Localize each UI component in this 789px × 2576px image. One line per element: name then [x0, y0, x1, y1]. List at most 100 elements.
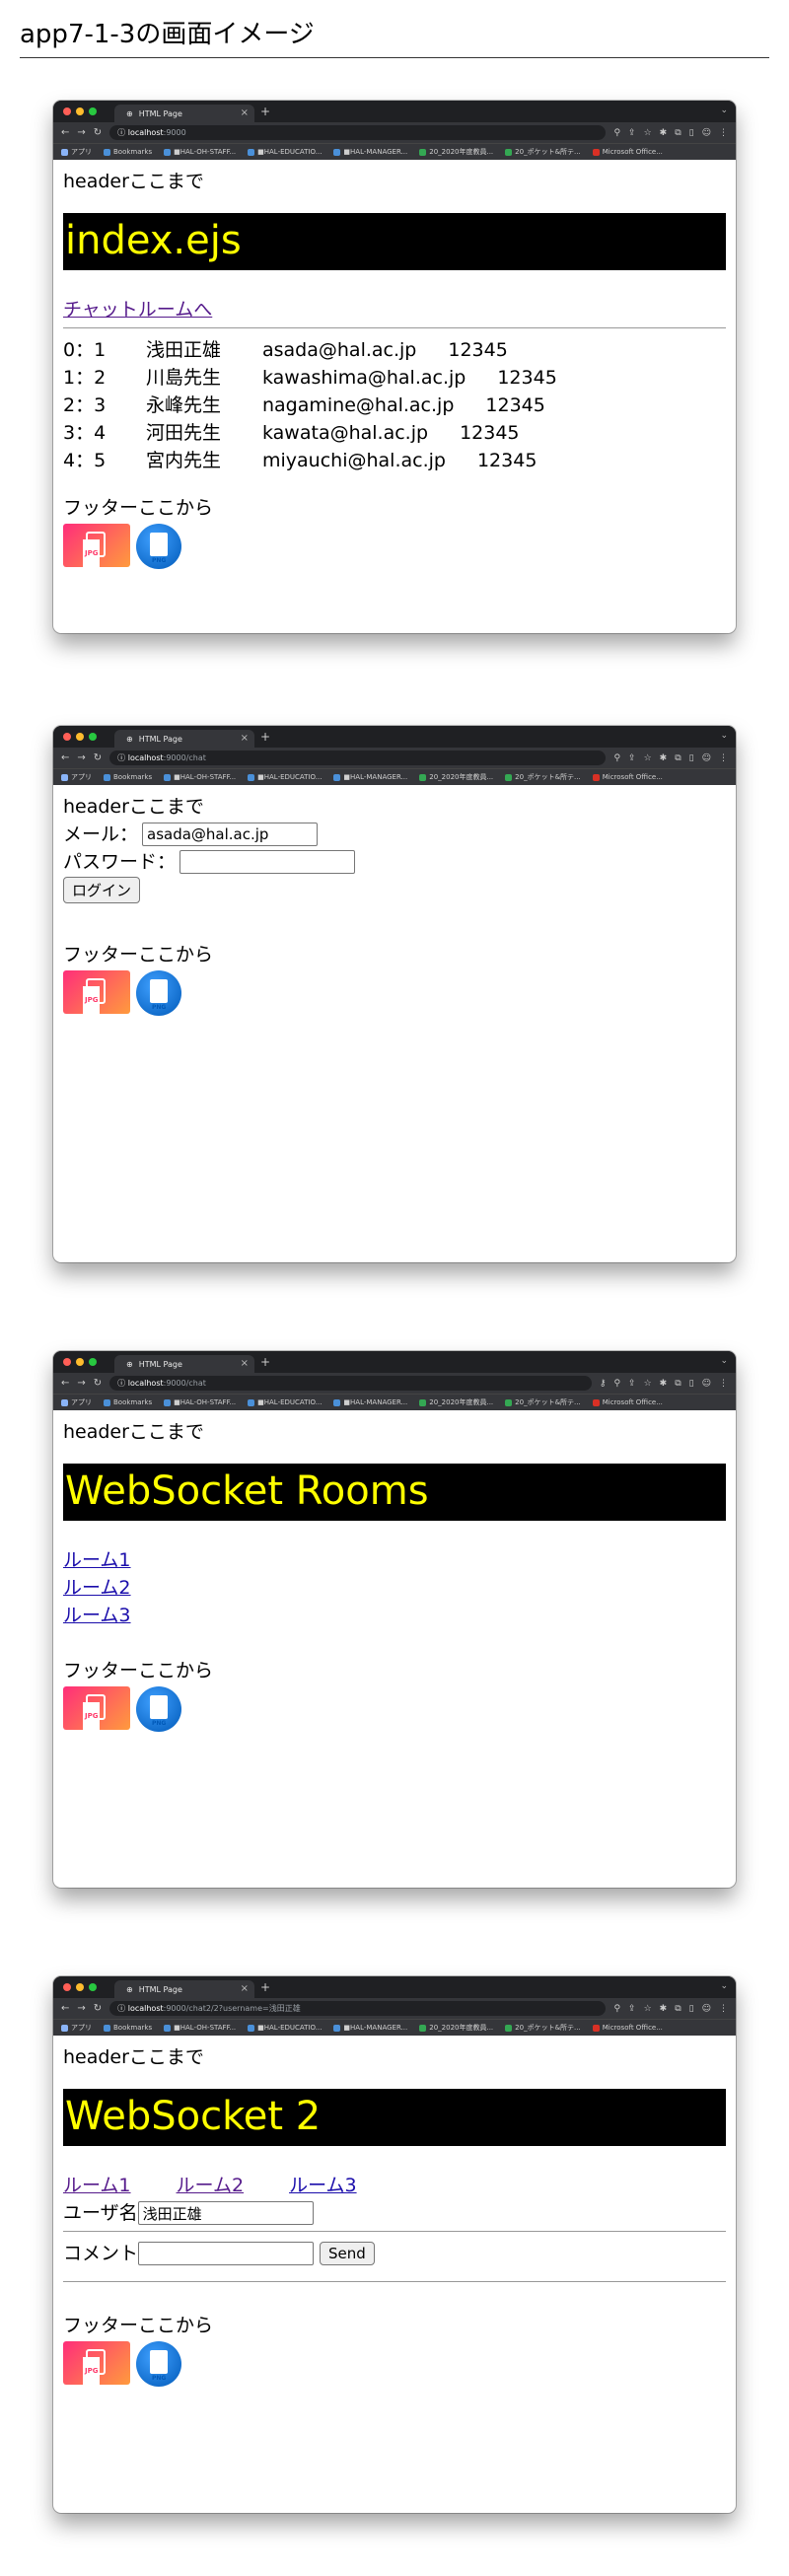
bookmark-item[interactable]: Microsoft Office...: [592, 773, 663, 781]
back-icon[interactable]: ←: [61, 2003, 69, 2014]
reload-icon[interactable]: ↻: [94, 127, 102, 138]
bookmark-item[interactable]: ■HAL-MANAGER...: [333, 2024, 407, 2032]
chat-room-link[interactable]: チャットルームへ: [63, 299, 212, 321]
bookmark-star-icon[interactable]: ☆: [644, 1379, 652, 1389]
bookmark-item[interactable]: アプリ: [61, 1397, 92, 1407]
mail-input[interactable]: [142, 823, 319, 846]
puzzle-icon[interactable]: ⧉: [675, 1379, 681, 1389]
share-icon[interactable]: ⇪: [628, 2004, 636, 2014]
address-bar[interactable]: ⓘ localhost:9000/chat: [109, 1376, 592, 1391]
forward-icon[interactable]: →: [77, 2003, 85, 2014]
bookmark-item[interactable]: Bookmarks: [104, 2024, 152, 2032]
window-controls[interactable]: [63, 107, 97, 115]
browser-tab[interactable]: ⊕ HTML Page ×: [114, 105, 254, 122]
bookmark-item[interactable]: ■HAL-EDUCATIO...: [248, 1398, 322, 1406]
sidebar-icon[interactable]: ▯: [689, 1379, 694, 1389]
address-bar[interactable]: ⓘ localhost:9000/chat2/2?username=浅田正雄: [109, 2001, 607, 2016]
bookmark-item[interactable]: 20_ポケット&所テ...: [505, 1397, 581, 1407]
bookmark-item[interactable]: ■HAL-OH-STAFF...: [164, 2024, 236, 2032]
bookmark-item[interactable]: 20_ポケット&所テ...: [505, 2023, 581, 2033]
profile-icon[interactable]: ☺: [702, 753, 711, 763]
bookmark-item[interactable]: ■HAL-OH-STAFF...: [164, 1398, 236, 1406]
bookmark-item[interactable]: 20_ポケット&所テ...: [505, 147, 581, 157]
reload-icon[interactable]: ↻: [94, 2003, 102, 2014]
password-input[interactable]: [179, 850, 356, 874]
address-bar[interactable]: ⓘ localhost:9000/chat: [109, 751, 607, 765]
share-icon[interactable]: ⇪: [628, 753, 636, 763]
bookmark-item[interactable]: ■HAL-EDUCATIO...: [248, 148, 322, 156]
bookmark-item[interactable]: 20_ポケット&所テ...: [505, 772, 581, 782]
menu-icon[interactable]: ⋮: [719, 1379, 728, 1389]
browser-tab[interactable]: ⊕ HTML Page ×: [114, 730, 254, 748]
login-button[interactable]: ログイン: [63, 877, 141, 903]
close-window-icon[interactable]: [63, 733, 71, 741]
bookmark-item[interactable]: 20_2020年度教員...: [419, 2023, 493, 2033]
room2-link[interactable]: ルーム2: [63, 1577, 131, 1599]
room3-link[interactable]: ルーム3: [63, 1605, 131, 1626]
bookmark-item[interactable]: アプリ: [61, 2023, 92, 2033]
menu-icon[interactable]: ⋮: [719, 128, 728, 138]
minimize-window-icon[interactable]: [76, 1983, 84, 1991]
extension-icon[interactable]: ✱: [660, 1379, 668, 1389]
tab-search-icon[interactable]: ⌄: [720, 106, 728, 115]
minimize-window-icon[interactable]: [76, 107, 84, 115]
bookmark-item[interactable]: 20_2020年度教員...: [419, 1397, 493, 1407]
menu-icon[interactable]: ⋮: [719, 2004, 728, 2014]
maximize-window-icon[interactable]: [89, 107, 97, 115]
close-tab-icon[interactable]: ×: [241, 733, 249, 744]
browser-tab[interactable]: ⊕ HTML Page ×: [114, 1355, 254, 1373]
bookmark-item[interactable]: ■HAL-EDUCATIO...: [248, 773, 322, 781]
bookmark-item[interactable]: Microsoft Office...: [592, 2024, 663, 2032]
back-icon[interactable]: ←: [61, 127, 69, 138]
bookmark-item[interactable]: ■HAL-MANAGER...: [333, 1398, 407, 1406]
puzzle-icon[interactable]: ⧉: [675, 128, 681, 138]
bookmark-star-icon[interactable]: ☆: [644, 753, 652, 763]
back-icon[interactable]: ←: [61, 1378, 69, 1389]
reload-icon[interactable]: ↻: [94, 752, 102, 763]
maximize-window-icon[interactable]: [89, 733, 97, 741]
window-controls[interactable]: [63, 1983, 97, 1991]
room3-link[interactable]: ルーム3: [289, 2172, 357, 2199]
zoom-icon[interactable]: ⚲: [613, 753, 620, 763]
maximize-window-icon[interactable]: [89, 1983, 97, 1991]
tab-search-icon[interactable]: ⌄: [720, 1356, 728, 1366]
bookmark-item[interactable]: Bookmarks: [104, 773, 152, 781]
forward-icon[interactable]: →: [77, 752, 85, 763]
close-tab-icon[interactable]: ×: [241, 1983, 249, 1994]
bookmark-item[interactable]: ■HAL-MANAGER...: [333, 773, 407, 781]
minimize-window-icon[interactable]: [76, 733, 84, 741]
bookmark-item[interactable]: 20_2020年度教員...: [419, 147, 493, 157]
minimize-window-icon[interactable]: [76, 1358, 84, 1366]
sidebar-icon[interactable]: ▯: [689, 2004, 694, 2014]
profile-icon[interactable]: ☺: [702, 2004, 711, 2014]
browser-tab[interactable]: ⊕ HTML Page ×: [114, 1980, 254, 1998]
bookmark-item[interactable]: アプリ: [61, 147, 92, 157]
room1-link[interactable]: ルーム1: [63, 1549, 131, 1571]
close-window-icon[interactable]: [63, 1983, 71, 1991]
tab-search-icon[interactable]: ⌄: [720, 1981, 728, 1991]
window-controls[interactable]: [63, 733, 97, 741]
bookmark-item[interactable]: ■HAL-EDUCATIO...: [248, 2024, 322, 2032]
sidebar-icon[interactable]: ▯: [689, 128, 694, 138]
bookmark-item[interactable]: Bookmarks: [104, 148, 152, 156]
sidebar-icon[interactable]: ▯: [689, 753, 694, 763]
menu-icon[interactable]: ⋮: [719, 753, 728, 763]
send-button[interactable]: Send: [320, 2242, 375, 2265]
zoom-icon[interactable]: ⚲: [613, 128, 620, 138]
username-input[interactable]: [137, 2201, 314, 2225]
share-icon[interactable]: ⇪: [628, 128, 636, 138]
new-tab-icon[interactable]: +: [260, 1980, 270, 1994]
extension-icon[interactable]: ✱: [660, 753, 668, 763]
share-icon[interactable]: ⇪: [628, 1379, 636, 1389]
close-window-icon[interactable]: [63, 107, 71, 115]
reload-icon[interactable]: ↻: [94, 1378, 102, 1389]
address-bar[interactable]: ⓘ localhost:9000: [109, 125, 607, 140]
bookmark-star-icon[interactable]: ☆: [644, 2004, 652, 2014]
close-tab-icon[interactable]: ×: [241, 107, 249, 118]
puzzle-icon[interactable]: ⧉: [675, 2004, 681, 2014]
bookmark-star-icon[interactable]: ☆: [644, 128, 652, 138]
close-tab-icon[interactable]: ×: [241, 1358, 249, 1369]
new-tab-icon[interactable]: +: [260, 1355, 270, 1369]
bookmark-item[interactable]: ■HAL-MANAGER...: [333, 148, 407, 156]
maximize-window-icon[interactable]: [89, 1358, 97, 1366]
